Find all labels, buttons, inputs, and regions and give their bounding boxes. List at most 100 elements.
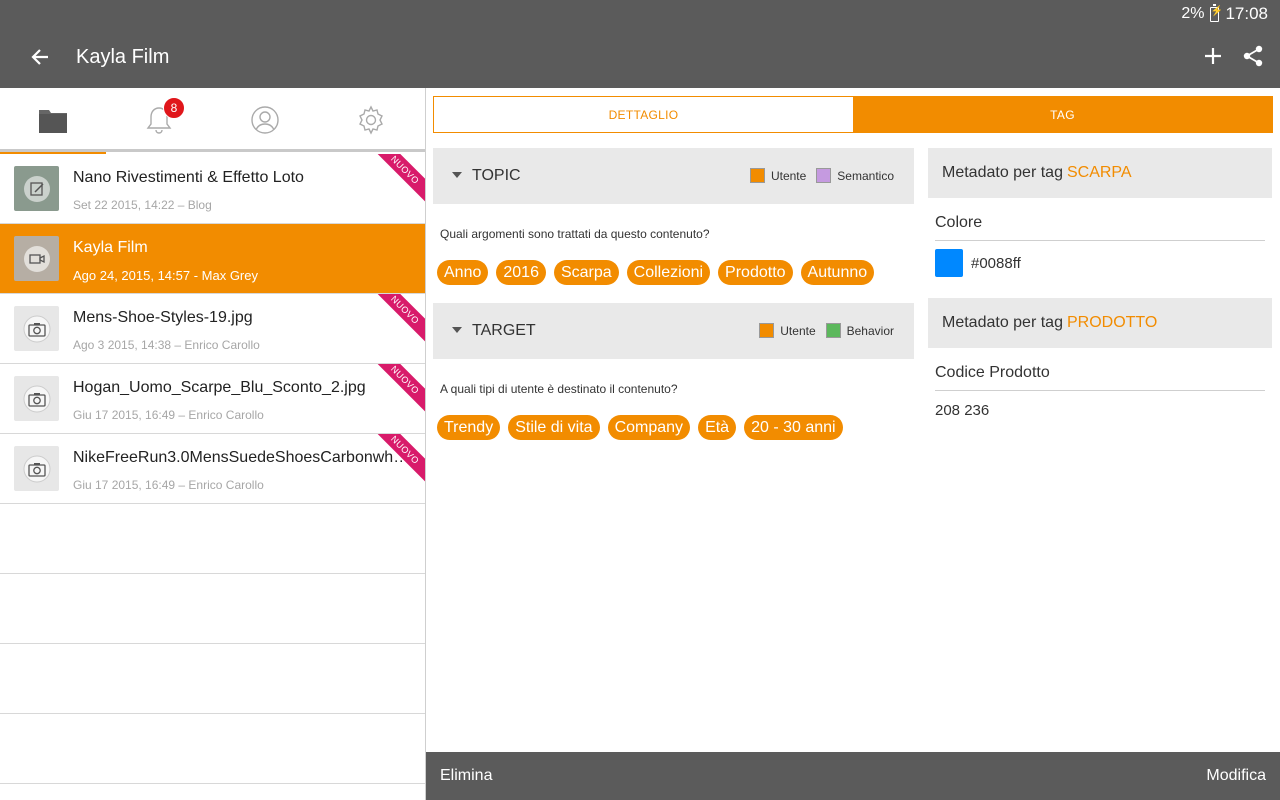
- add-icon[interactable]: [1204, 42, 1222, 70]
- tag-chip[interactable]: Company: [607, 415, 691, 440]
- item-title: Mens-Shoe-Styles-19.jpg: [73, 309, 253, 326]
- legend-label: Behavior: [846, 323, 894, 338]
- gear-icon: [359, 105, 383, 135]
- topic-section-header[interactable]: TOPIC Utente Semantico: [433, 148, 914, 204]
- metadata-prefix: Metadato per tag: [942, 314, 1063, 331]
- item-title: Hogan_Uomo_Scarpe_Blu_Sconto_2.jpg: [73, 379, 366, 396]
- target-chips: Trendy Stile di vita Company Età 20 - 30…: [437, 415, 843, 440]
- list-item-selected[interactable]: Kayla Film Ago 24, 2015, 14:57 - Max Gre…: [0, 224, 425, 294]
- section-title: TARGET: [472, 322, 536, 339]
- color-value: #0088ff: [971, 255, 1021, 272]
- tag-chip[interactable]: Anno: [437, 260, 489, 285]
- empty-row: [0, 574, 425, 644]
- topic-chips: Anno 2016 Scarpa Collezioni Prodotto Aut…: [437, 260, 875, 285]
- status-bar: 2% 17:08: [0, 0, 1280, 26]
- content-list-pane: 8 Nano Rivestimenti & Effetto Loto Set 2…: [0, 88, 426, 800]
- product-code-label: Codice Prodotto: [935, 364, 1265, 391]
- metadata-prefix: Metadato per tag: [942, 164, 1063, 181]
- action-bar: Elimina Modifica: [426, 752, 1280, 800]
- metadata-header-scarpa: Metadato per tag SCARPA: [928, 148, 1272, 198]
- metadata-header-prodotto: Metadato per tag PRODOTTO: [928, 298, 1272, 348]
- tag-chip[interactable]: Trendy: [437, 415, 501, 440]
- back-arrow-icon[interactable]: [26, 44, 54, 72]
- legend-swatch-semantic: [816, 168, 832, 183]
- item-meta: Giu 17 2015, 16:49 – Enrico Carollo: [73, 478, 264, 492]
- tag-chip[interactable]: Scarpa: [553, 260, 619, 285]
- tab-settings[interactable]: [318, 88, 424, 152]
- tab-notifications[interactable]: 8: [106, 88, 212, 152]
- tag-chip[interactable]: 2016: [496, 260, 546, 285]
- metadata-tag: SCARPA: [1066, 164, 1132, 181]
- list-item[interactable]: Nano Rivestimenti & Effetto Loto Set 22 …: [0, 154, 425, 224]
- collapse-triangle-icon: [452, 327, 462, 333]
- app-bar: Kayla Film: [0, 26, 1280, 88]
- thumbnail: [14, 306, 59, 351]
- item-meta: Giu 17 2015, 16:49 – Enrico Carollo: [73, 408, 264, 422]
- tag-chip[interactable]: Età: [698, 415, 737, 440]
- clock: 17:08: [1225, 4, 1268, 23]
- item-title: NikeFreeRun3.0MensSuedeShoesCarbonwhos…: [73, 449, 413, 466]
- tag-chip[interactable]: Autunno: [800, 260, 875, 285]
- list-item[interactable]: NikeFreeRun3.0MensSuedeShoesCarbonwhos… …: [0, 434, 425, 504]
- item-meta: Set 22 2015, 14:22 – Blog: [73, 198, 212, 212]
- target-legend: Utente Behavior: [759, 323, 894, 338]
- tag-chip[interactable]: 20 - 30 anni: [744, 415, 843, 440]
- section-title: TOPIC: [472, 167, 521, 184]
- empty-row: [0, 644, 425, 714]
- item-title: Nano Rivestimenti & Effetto Loto: [73, 169, 304, 186]
- tab-folder[interactable]: [0, 88, 106, 155]
- topic-question: Quali argomenti sono trattati da questo …: [440, 227, 710, 241]
- delete-button[interactable]: Elimina: [440, 767, 492, 785]
- empty-row: [0, 714, 425, 784]
- color-swatch: [935, 249, 963, 277]
- item-meta: Ago 24, 2015, 14:57 - Max Grey: [73, 268, 258, 283]
- empty-row: [0, 504, 425, 574]
- legend-swatch-user: [749, 168, 765, 183]
- tag-chip[interactable]: Stile di vita: [508, 415, 600, 440]
- metadata-tag: PRODOTTO: [1066, 314, 1158, 331]
- user-icon: [251, 106, 279, 134]
- legend-swatch-user: [759, 323, 775, 338]
- video-icon: [23, 245, 50, 272]
- tag-chip[interactable]: Collezioni: [626, 260, 711, 285]
- content-list: Nano Rivestimenti & Effetto Loto Set 22 …: [0, 154, 425, 784]
- metadata-title: Metadato per tag SCARPA: [942, 164, 1132, 182]
- list-item[interactable]: Hogan_Uomo_Scarpe_Blu_Sconto_2.jpg Giu 1…: [0, 364, 425, 434]
- color-field-label: Colore: [935, 214, 1265, 241]
- tab-profile[interactable]: [212, 88, 318, 152]
- metadata-title: Metadato per tag PRODOTTO: [942, 314, 1157, 332]
- notification-badge: 8: [163, 97, 185, 119]
- tab-tag[interactable]: TAG: [853, 97, 1272, 132]
- folder-icon: [39, 110, 67, 133]
- collapse-triangle-icon: [452, 172, 462, 178]
- nav-tabs: 8: [0, 88, 425, 155]
- list-item[interactable]: Mens-Shoe-Styles-19.jpg Ago 3 2015, 14:3…: [0, 294, 425, 364]
- tag-chip[interactable]: Prodotto: [718, 260, 793, 285]
- product-code-value: 208 236: [935, 402, 990, 419]
- legend-label: Utente: [780, 323, 816, 338]
- camera-icon: [23, 315, 50, 342]
- camera-icon: [23, 455, 50, 482]
- battery-icon: [1210, 3, 1223, 22]
- legend-label: Semantico: [837, 168, 894, 183]
- detail-pane: DETTAGLIO TAG TOPIC Utente Semantico Qua…: [426, 88, 1280, 752]
- camera-icon: [23, 385, 50, 412]
- share-icon[interactable]: [1242, 45, 1266, 69]
- thumbnail: [14, 236, 59, 281]
- legend-label: Utente: [770, 168, 807, 183]
- target-section-header[interactable]: TARGET Utente Behavior: [433, 303, 914, 359]
- legend-swatch-behavior: [825, 323, 841, 338]
- edit-icon: [23, 175, 50, 202]
- thumbnail: [14, 166, 59, 211]
- battery-percent: 2%: [1181, 5, 1205, 22]
- tab-detail[interactable]: DETTAGLIO: [434, 97, 853, 132]
- item-title: Kayla Film: [73, 239, 148, 256]
- thumbnail: [14, 376, 59, 421]
- item-meta: Ago 3 2015, 14:38 – Enrico Carollo: [73, 338, 260, 352]
- topic-legend: Utente Semantico: [749, 168, 894, 183]
- target-question: A quali tipi di utente è destinato il co…: [440, 382, 678, 396]
- edit-button[interactable]: Modifica: [1206, 767, 1266, 785]
- segmented-control: DETTAGLIO TAG: [433, 96, 1273, 133]
- thumbnail: [14, 446, 59, 491]
- page-title: Kayla Film: [76, 46, 170, 68]
